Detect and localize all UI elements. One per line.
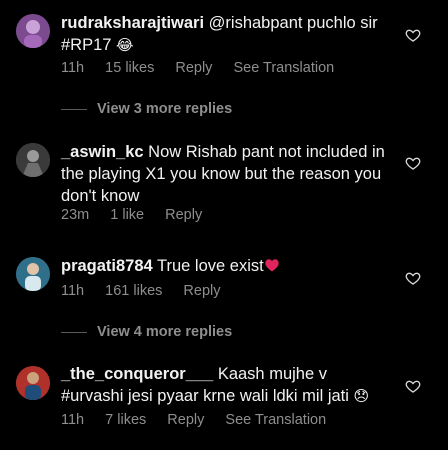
- view-more-label: View 4 more replies: [97, 324, 233, 340]
- comment-username[interactable]: pragati8784: [61, 257, 153, 275]
- see-translation-button[interactable]: See Translation: [225, 412, 326, 428]
- like-count[interactable]: 161 likes: [105, 283, 162, 299]
- replies-divider: [61, 331, 87, 333]
- heart-outline-icon[interactable]: [405, 270, 421, 286]
- like-count[interactable]: 1 like: [110, 207, 144, 223]
- avatar-image: [16, 14, 50, 48]
- reply-button[interactable]: Reply: [183, 283, 220, 299]
- comment-text: _aswin_kc Now Rishab pant not included i…: [61, 141, 391, 207]
- reply-button[interactable]: Reply: [175, 60, 212, 76]
- red-heart-emoji: [264, 257, 280, 275]
- heart-outline-icon[interactable]: [405, 27, 421, 43]
- comment-time: 11h: [61, 412, 85, 428]
- reply-button[interactable]: Reply: [165, 207, 202, 223]
- comment-text: _the_conqueror___ Kaash mujhe v #urvashi…: [61, 363, 391, 407]
- like-count[interactable]: 7 likes: [105, 412, 146, 428]
- heart-outline-icon[interactable]: [405, 155, 421, 171]
- comment-text: pragati8784 True love exist: [61, 255, 391, 277]
- avatar[interactable]: [16, 366, 50, 400]
- comment-time: 11h: [61, 60, 85, 76]
- comment-meta: 23m 1 like Reply: [61, 207, 219, 223]
- replies-divider: [61, 108, 87, 110]
- avatar[interactable]: [16, 14, 50, 48]
- reply-button[interactable]: Reply: [167, 412, 204, 428]
- see-translation-button[interactable]: See Translation: [233, 60, 334, 76]
- comment-meta: 11h 7 likes Reply See Translation: [61, 412, 343, 428]
- heart-outline-icon[interactable]: [405, 378, 421, 394]
- avatar-image: [16, 366, 50, 400]
- comment-meta: 11h 161 likes Reply: [61, 283, 238, 299]
- comment-time: 11h: [61, 283, 85, 299]
- comment-body: True love exist: [157, 257, 264, 275]
- comment-username[interactable]: _aswin_kc: [61, 143, 144, 161]
- view-more-replies-button[interactable]: View 3 more replies: [61, 101, 232, 117]
- avatar-image: [16, 257, 50, 291]
- avatar[interactable]: [16, 257, 50, 291]
- view-more-replies-button[interactable]: View 4 more replies: [61, 324, 232, 340]
- comment-time: 23m: [61, 207, 90, 223]
- view-more-label: View 3 more replies: [97, 101, 233, 117]
- avatar[interactable]: [16, 143, 50, 177]
- like-count[interactable]: 15 likes: [105, 60, 154, 76]
- comment-username[interactable]: rudraksharajtiwari: [61, 14, 204, 32]
- comment-text: rudraksharajtiwari @rishabpant puchlo si…: [61, 12, 391, 56]
- comment-username[interactable]: _the_conqueror___: [61, 365, 213, 383]
- comment-meta: 11h 15 likes Reply See Translation: [61, 60, 351, 76]
- avatar-image: [16, 143, 50, 177]
- laughing-emoji: 😂: [116, 36, 134, 54]
- disappointed-emoji: 😞: [353, 387, 370, 405]
